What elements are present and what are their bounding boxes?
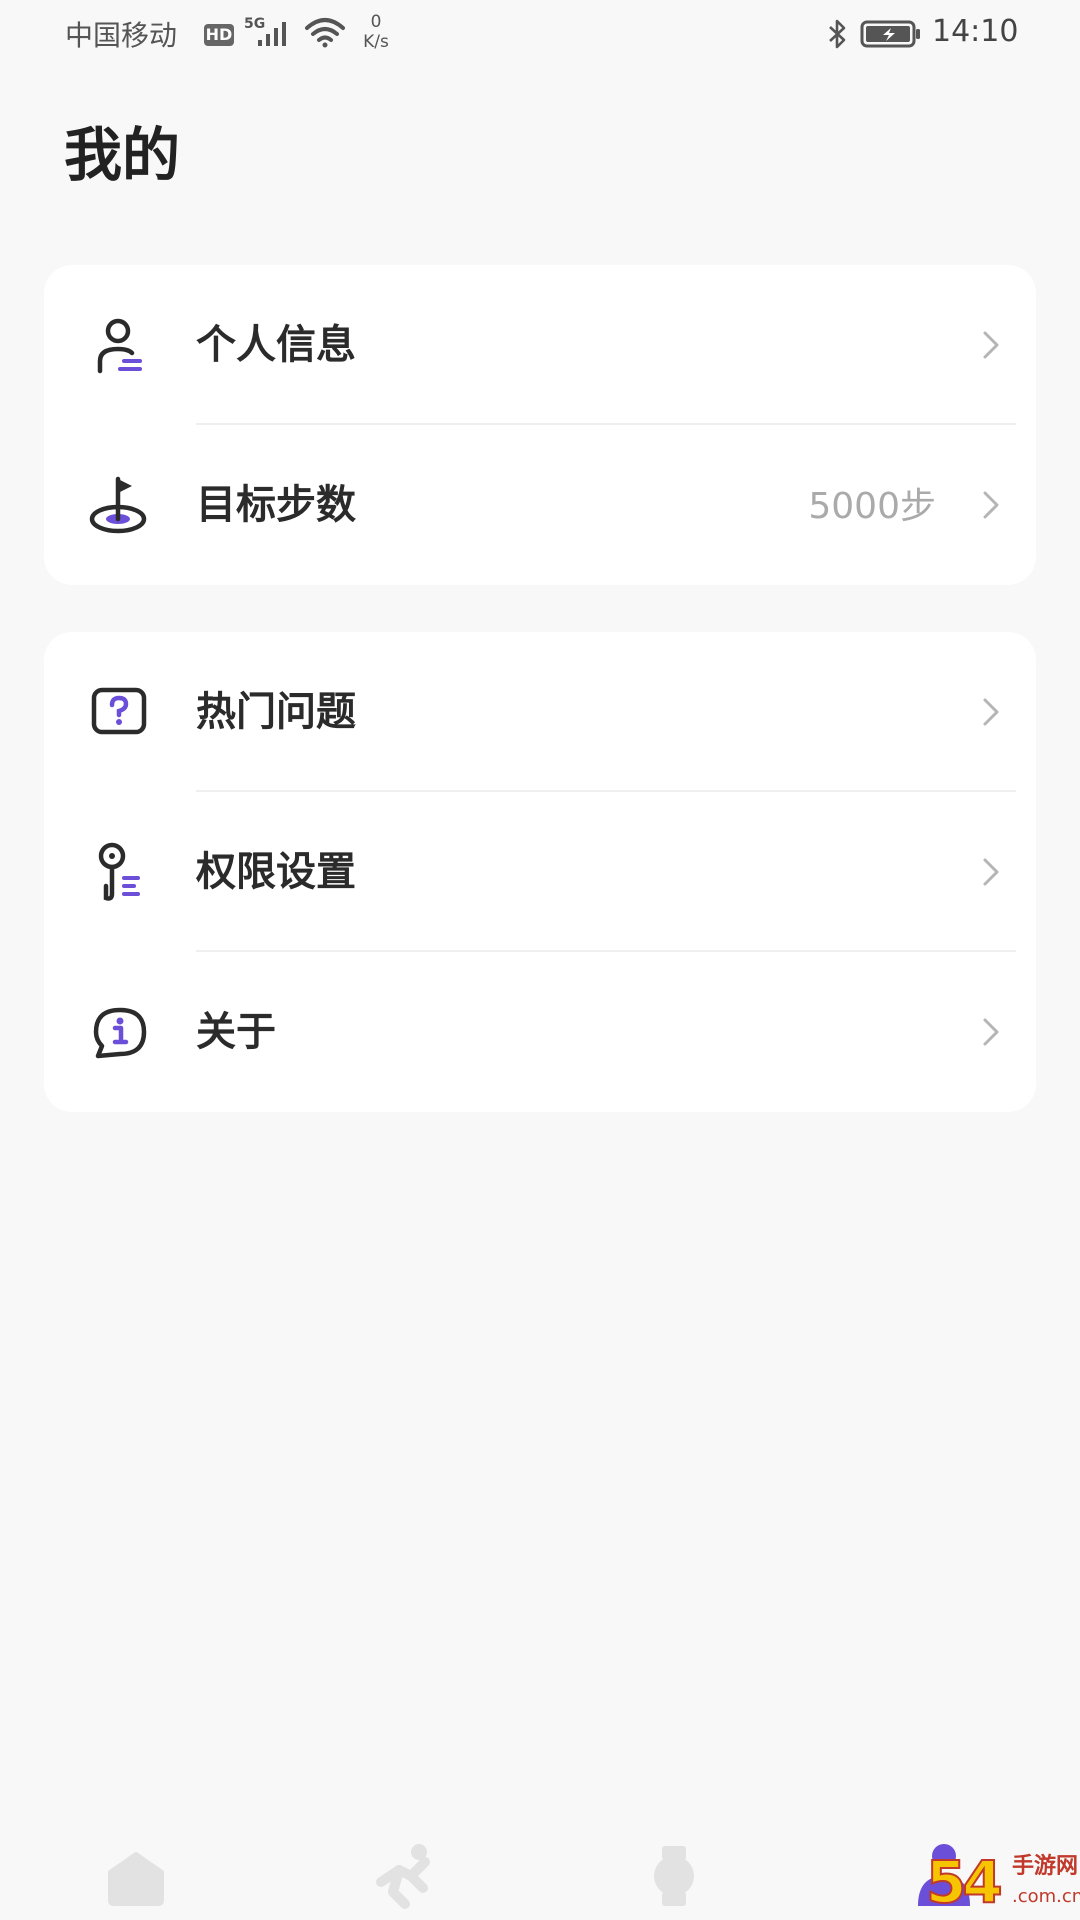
clock: 14:10 <box>932 14 1019 49</box>
watermark: 54 手游网 .com.cn <box>925 1848 1080 1920</box>
support-card: 热门问题 权限设置 关于 <box>44 632 1036 1112</box>
battery-icon <box>860 20 920 48</box>
about-row[interactable]: 关于 <box>44 952 1036 1112</box>
watermark-text: 手游网 <box>1012 1854 1079 1879</box>
hot-questions-label: 热门问题 <box>196 689 356 735</box>
chevron-right-icon <box>983 858 999 886</box>
network-speed: 0 K/s <box>354 12 398 52</box>
goal-steps-value: 5000步 <box>808 486 936 527</box>
nav-home[interactable] <box>96 1836 176 1916</box>
user-profile-icon <box>97 318 142 374</box>
hd-badge: HD <box>204 24 234 46</box>
status-bar: 中国移动 HD 5G 0 K/s 14:10 <box>0 0 1080 70</box>
watermark-number: 54 <box>925 1848 1004 1916</box>
question-icon <box>91 687 147 735</box>
chevron-right-icon <box>983 1018 999 1046</box>
hot-questions-row[interactable]: 热门问题 <box>44 632 1036 792</box>
page-title: 我的 <box>64 121 181 189</box>
goal-steps-row[interactable]: 目标步数 5000步 <box>44 425 1036 585</box>
carrier-name: 中国移动 <box>65 19 178 52</box>
target-flag-icon <box>89 476 147 534</box>
network-speed-value: 0 <box>370 12 382 32</box>
run-icon <box>376 1844 430 1909</box>
chevron-right-icon <box>983 698 999 726</box>
goal-steps-label: 目标步数 <box>196 482 356 528</box>
profile-card: 个人信息 目标步数 5000步 <box>44 265 1036 585</box>
chevron-right-icon <box>983 331 999 359</box>
nav-sport[interactable] <box>365 1836 445 1916</box>
bottom-nav <box>0 1820 1080 1920</box>
nav-device[interactable] <box>634 1836 714 1916</box>
wifi-icon <box>305 18 345 48</box>
about-label: 关于 <box>196 1009 276 1055</box>
watermark-domain: .com.cn <box>1012 1886 1080 1907</box>
signal-icon <box>258 22 286 46</box>
permission-settings-label: 权限设置 <box>196 849 356 895</box>
home-icon <box>108 1852 164 1906</box>
watch-icon <box>654 1846 694 1906</box>
personal-info-label: 个人信息 <box>196 322 356 368</box>
info-icon <box>93 1007 147 1059</box>
personal-info-row[interactable]: 个人信息 <box>44 265 1036 425</box>
key-icon <box>98 842 140 901</box>
bluetooth-icon <box>829 19 846 49</box>
network-speed-unit: K/s <box>363 32 389 52</box>
permission-settings-row[interactable]: 权限设置 <box>44 792 1036 952</box>
chevron-right-icon <box>983 491 999 519</box>
